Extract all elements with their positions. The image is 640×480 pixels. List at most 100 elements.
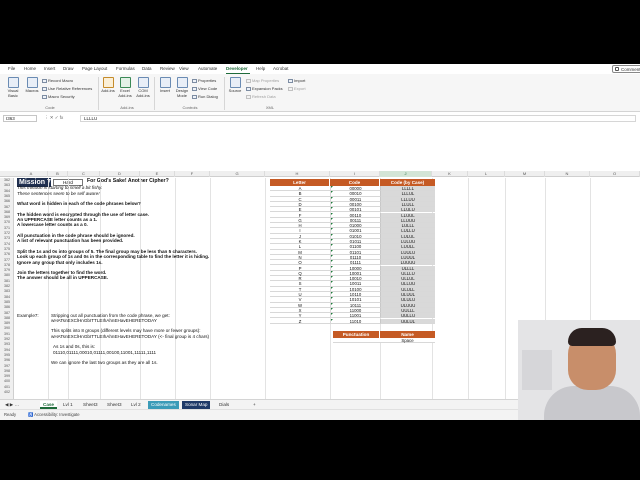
- column-header-a[interactable]: A: [15, 171, 48, 177]
- column-header-c[interactable]: C: [68, 171, 100, 177]
- ribbon-tab-automate[interactable]: Automate: [198, 66, 217, 71]
- insert-control-label: Insert: [159, 88, 170, 93]
- xml-source-icon: [229, 77, 241, 88]
- insert-control-button[interactable]: Insert: [158, 77, 172, 94]
- column-header-o[interactable]: O: [590, 171, 640, 177]
- sheet-tab-codenames[interactable]: Codenames: [148, 401, 179, 409]
- example-label: Example7:: [17, 312, 39, 318]
- webcam-person-hair: [568, 328, 616, 346]
- visual-basic-button[interactable]: Visual Basic: [4, 77, 22, 98]
- punct-table-header-punctuation: Punctuation: [333, 331, 379, 339]
- column-header-b[interactable]: B: [48, 171, 68, 177]
- com-addins-button[interactable]: COM Add-ins: [135, 77, 151, 98]
- ribbon-tab-view[interactable]: View: [179, 66, 189, 71]
- column-header-d[interactable]: D: [100, 171, 140, 177]
- design-mode-button[interactable]: Design Mode: [174, 77, 190, 98]
- ribbon-tab-draw[interactable]: Draw: [63, 66, 74, 71]
- view-code-button[interactable]: View Code: [192, 86, 217, 91]
- map-properties-button[interactable]: Map Properties: [246, 78, 279, 83]
- ribbon-tab-review[interactable]: Review: [160, 66, 175, 71]
- column-header-g[interactable]: G: [210, 171, 265, 177]
- ribbon-tab-home[interactable]: Home: [24, 66, 36, 71]
- webcam-shelf: [522, 350, 552, 390]
- use-relative-references-button[interactable]: Use Relative References: [42, 86, 92, 91]
- code-table-cell-case[interactable]: UULUL: [380, 318, 435, 324]
- sheet-tab-sonar-map[interactable]: Sonar Map: [182, 401, 211, 409]
- group-divider: [154, 77, 155, 110]
- import-icon: [288, 79, 293, 83]
- macros-button[interactable]: Macros: [24, 77, 40, 94]
- column-header-f[interactable]: F: [175, 171, 210, 177]
- sheet-tab-sheet3[interactable]: Sheet3: [104, 401, 125, 409]
- sheet-nav-arrows[interactable]: ◀ ▶ …: [2, 401, 22, 409]
- sheet-tab-lvl-2[interactable]: Lvl 2: [128, 401, 144, 409]
- gridline: [505, 178, 506, 399]
- column-header-m[interactable]: M: [505, 171, 545, 177]
- formula-input[interactable]: LLLLU: [80, 115, 636, 122]
- comments-button[interactable]: Comments: [612, 65, 640, 73]
- sheet-tab-dials[interactable]: Dials: [216, 401, 232, 409]
- visual-basic-icon: [7, 77, 19, 88]
- sheet-tab-sheet3[interactable]: Sheet3: [80, 401, 101, 409]
- mission-text-line: The answer should be all in UPPERCASE.: [17, 275, 109, 281]
- gridline: [265, 178, 266, 399]
- ribbon-tab-page-layout[interactable]: Page Layout: [82, 66, 107, 71]
- column-header-h[interactable]: H: [265, 171, 330, 177]
- refresh-data-button[interactable]: Refresh Data: [246, 94, 276, 99]
- sheet-tab-lvl-1[interactable]: Lvl 1: [60, 401, 76, 409]
- row-headers: 362 363 364 365 366 367 368 369 370 371 372 373 374 3…: [0, 178, 14, 399]
- properties-label: Properties: [198, 78, 217, 83]
- excel-addins-button[interactable]: Excel Add-ins: [117, 77, 133, 98]
- accessibility-status[interactable]: ♿ Accessibility: Investigate: [28, 412, 80, 418]
- ribbon-tab-acrobat[interactable]: Acrobat: [273, 66, 289, 71]
- code-table-cell-code[interactable]: 11010: [330, 318, 380, 324]
- gridline: [210, 178, 211, 399]
- code-table-header-code: Code: [330, 179, 379, 186]
- column-header-n[interactable]: N: [545, 171, 590, 177]
- code-table-cell-letter[interactable]: Z: [270, 318, 330, 324]
- xml-source-label: Source: [228, 88, 242, 93]
- map-properties-icon: [246, 79, 251, 83]
- sheet-tab-case[interactable]: Case: [40, 401, 57, 409]
- column-header-e[interactable]: E: [140, 171, 175, 177]
- record-macro-button[interactable]: Record Macro: [42, 78, 73, 83]
- run-dialog-button[interactable]: Run Dialog: [192, 94, 218, 99]
- ribbon-tab-help[interactable]: Help: [256, 66, 265, 71]
- addins-button[interactable]: Add-ins: [101, 77, 115, 94]
- name-box[interactable]: I363: [3, 115, 37, 122]
- code-table-header-code-by-case: Code (by Case): [380, 179, 435, 186]
- visual-basic-label: Visual Basic: [7, 88, 19, 98]
- ribbon-tab-insert[interactable]: Insert: [44, 66, 55, 71]
- export-button[interactable]: Export: [288, 86, 306, 91]
- ribbon-tab-data[interactable]: Data: [142, 66, 152, 71]
- punct-table-cell[interactable]: Space: [380, 338, 435, 344]
- mission-text-line: These sentences seem to be self aware!: [17, 190, 100, 196]
- punct-table-header-name: Name: [380, 331, 435, 339]
- column-header-j[interactable]: J: [380, 171, 432, 177]
- gridline: [175, 178, 176, 399]
- punct-table-cell[interactable]: [333, 338, 380, 344]
- properties-icon: [192, 79, 197, 83]
- expansion-packs-button[interactable]: Expansion Packs: [246, 86, 283, 91]
- ribbon-tab-developer[interactable]: Developer: [226, 66, 248, 71]
- import-label: Import: [294, 78, 306, 83]
- column-header-k[interactable]: K: [432, 171, 468, 177]
- formula-icons[interactable]: ⋮ ✕ ✓ fx: [44, 115, 63, 121]
- macro-security-button[interactable]: Macro Security: [42, 94, 75, 99]
- mission-text-line: A lowercase letter counts as a 0.: [17, 222, 88, 228]
- import-button[interactable]: Import: [288, 78, 305, 83]
- expansion-packs-icon: [246, 87, 251, 91]
- excel-addins-label: Excel Add-ins: [118, 88, 132, 98]
- row-header[interactable]: 402: [0, 390, 14, 395]
- properties-button[interactable]: Properties: [192, 78, 216, 83]
- ribbon-tab-formulas[interactable]: Formulas: [116, 66, 135, 71]
- relative-references-icon: [42, 87, 47, 91]
- xml-source-button[interactable]: Source: [228, 77, 242, 94]
- ribbon-tab-file[interactable]: File: [8, 66, 15, 71]
- addins-label: Add-ins: [101, 88, 115, 93]
- column-header-i[interactable]: I: [330, 171, 380, 177]
- mission-text-line: A list of relevant punctuation has been …: [17, 238, 124, 244]
- add-sheet-button[interactable]: +: [250, 401, 259, 409]
- expansion-packs-label: Expansion Packs: [252, 86, 283, 91]
- column-header-l[interactable]: L: [468, 171, 505, 177]
